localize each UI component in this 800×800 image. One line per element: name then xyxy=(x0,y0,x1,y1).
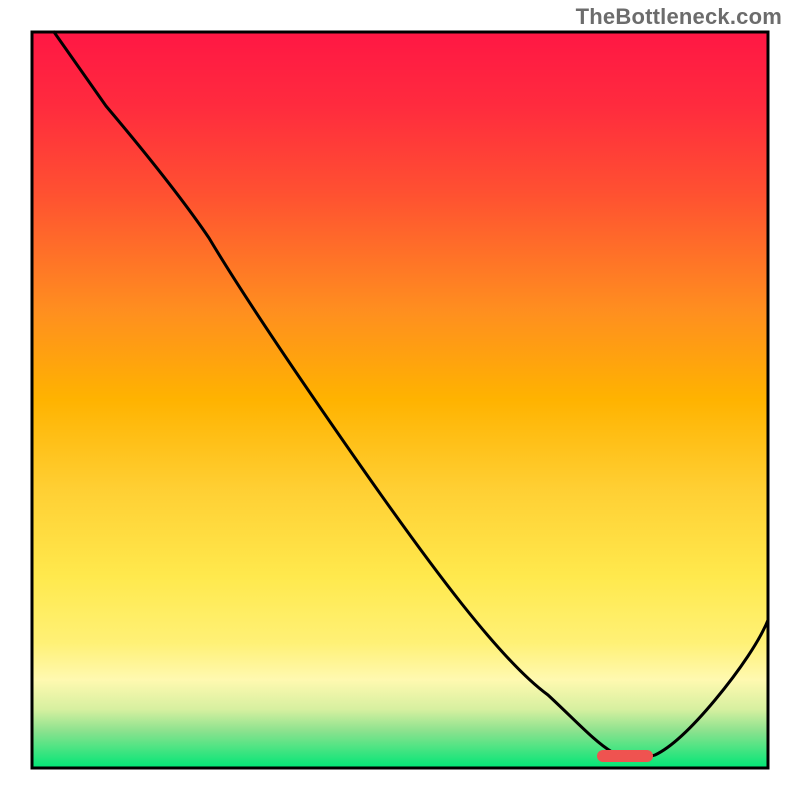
chart-canvas: TheBottleneck.com xyxy=(0,0,800,800)
plot-background xyxy=(32,32,768,768)
chart-svg xyxy=(0,0,800,800)
optimal-marker xyxy=(597,750,653,762)
watermark-label: TheBottleneck.com xyxy=(576,4,782,30)
